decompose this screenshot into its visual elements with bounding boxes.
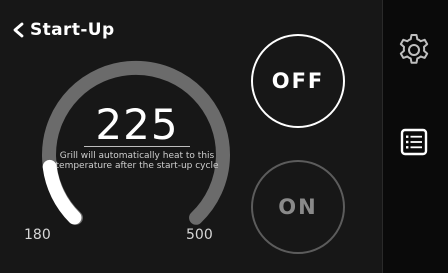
startup-panel: Start-Up 225 Grill will automatically he… <box>0 0 382 273</box>
on-button[interactable]: ON <box>251 160 345 254</box>
dial-level-arc <box>42 159 82 225</box>
temperature-value: 225 <box>95 100 179 149</box>
temperature-hint: Grill will automatically heat to this te… <box>55 151 219 171</box>
list-icon[interactable] <box>400 128 428 156</box>
dial-max-label: 500 <box>186 227 213 243</box>
off-button[interactable]: OFF <box>251 34 345 128</box>
dial-min-label: 180 <box>24 227 51 243</box>
divider <box>84 146 190 147</box>
gear-icon[interactable] <box>396 32 432 68</box>
